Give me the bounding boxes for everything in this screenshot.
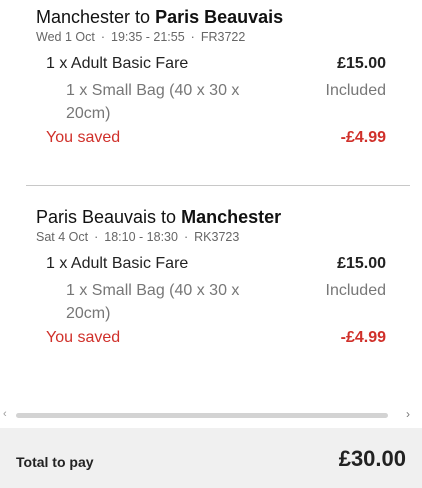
separator-dot: ·	[183, 230, 189, 244]
flight-date: Sat 4 Oct	[36, 230, 89, 244]
fare-price: £15.00	[337, 55, 386, 72]
route-title: Manchester to Paris Beauvais	[36, 6, 386, 28]
fare-label: 1 x Adult Basic Fare	[46, 55, 189, 72]
saved-label: You saved	[46, 129, 121, 146]
flight-summary-return: Paris Beauvais to Manchester Sat 4 Oct · 1…	[36, 206, 386, 353]
separator-dot: ·	[100, 30, 105, 44]
total-bar: Total to pay £30.00	[0, 428, 422, 488]
saved-row: You saved -£4.99	[46, 129, 386, 153]
chevron-left-icon[interactable]: ‹	[3, 408, 7, 420]
fare-label: 1 x Adult Basic Fare	[46, 255, 189, 272]
flight-time: 18:10 - 18:30	[104, 230, 178, 244]
bag-label: 1 x Small Bag (40 x 30 x 20cm)	[66, 282, 240, 322]
separator-dot: ·	[94, 230, 99, 244]
total-value: £30.00	[338, 446, 406, 471]
saved-row: You saved -£4.99	[46, 329, 386, 353]
chevron-right-icon[interactable]: ›	[406, 407, 410, 421]
route-origin: Manchester to	[36, 7, 156, 27]
route-destination: Manchester	[181, 207, 282, 227]
flight-date: Wed 1 Oct	[36, 30, 95, 44]
separator-dot: ·	[190, 30, 195, 44]
saved-amount: -£4.99	[340, 129, 386, 146]
fare-row: 1 x Adult Basic Fare £15.00	[46, 55, 386, 79]
route-destination: Paris Beauvais	[155, 7, 284, 27]
flight-number: FR3722	[200, 30, 246, 44]
flight-meta: Wed 1 Oct · 19:35 - 21:55 · FR3722	[36, 29, 386, 45]
flight-meta: Sat 4 Oct · 18:10 - 18:30 · RK3723	[36, 229, 386, 245]
bag-label: 1 x Small Bag (40 x 30 x 20cm)	[66, 82, 240, 122]
saved-label: You saved	[46, 329, 121, 346]
total-label: Total to pay	[16, 454, 94, 470]
horizontal-scrollbar[interactable]: ‹ ›	[0, 407, 422, 422]
scrollbar-thumb[interactable]	[16, 413, 388, 418]
flight-summary-outbound: Manchester to Paris Beauvais Wed 1 Oct · 1…	[36, 6, 386, 153]
flight-time: 19:35 - 21:55	[111, 30, 185, 44]
bag-status: Included	[325, 82, 387, 99]
route-title: Paris Beauvais to Manchester	[36, 206, 386, 228]
saved-amount: -£4.99	[340, 329, 386, 346]
fare-row: 1 x Adult Basic Fare £15.00	[46, 255, 386, 279]
fare-price: £15.00	[337, 255, 386, 272]
flight-number: RK3723	[194, 230, 240, 244]
section-divider	[26, 185, 410, 186]
bag-row: 1 x Small Bag (40 x 30 x 20cm) Included	[66, 279, 386, 325]
bag-status: Included	[325, 282, 387, 299]
route-origin: Paris Beauvais to	[36, 207, 182, 227]
bag-row: 1 x Small Bag (40 x 30 x 20cm) Included	[66, 79, 386, 125]
